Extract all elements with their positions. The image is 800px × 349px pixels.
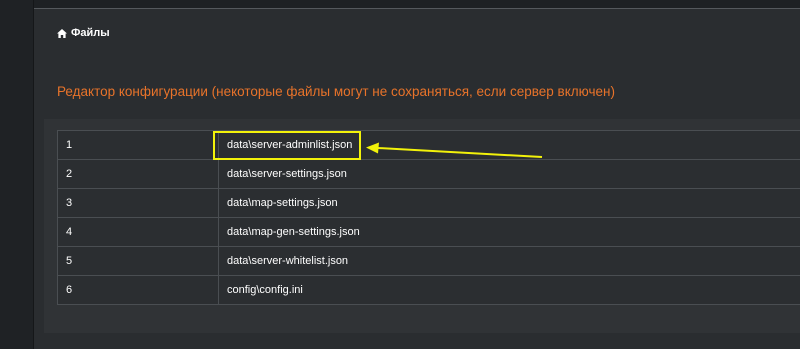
- row-number: 2: [57, 159, 219, 189]
- row-number: 1: [57, 130, 219, 160]
- breadcrumb-label: Файлы: [71, 27, 110, 39]
- files-panel: 1 data\server-adminlist.json 2 data\serv…: [44, 119, 800, 333]
- table-row[interactable]: 2 data\server-settings.json: [57, 159, 800, 189]
- left-sidebar: [0, 0, 34, 349]
- page-title: Редактор конфигурации (некоторые файлы м…: [57, 84, 615, 99]
- breadcrumb[interactable]: Файлы: [57, 27, 110, 39]
- row-number: 5: [57, 246, 219, 276]
- table-row[interactable]: 3 data\map-settings.json: [57, 188, 800, 218]
- top-bar: [0, 0, 800, 9]
- home-icon: [57, 28, 67, 38]
- file-link[interactable]: data\map-gen-settings.json: [218, 217, 800, 247]
- table-row[interactable]: 5 data\server-whitelist.json: [57, 246, 800, 276]
- file-link[interactable]: data\server-settings.json: [218, 159, 800, 189]
- file-link[interactable]: data\server-whitelist.json: [218, 246, 800, 276]
- table-row[interactable]: 6 config\config.ini: [57, 275, 800, 305]
- table-row[interactable]: 4 data\map-gen-settings.json: [57, 217, 800, 247]
- table-row[interactable]: 1 data\server-adminlist.json: [57, 130, 800, 160]
- file-link[interactable]: data\map-settings.json: [218, 188, 800, 218]
- row-number: 6: [57, 275, 219, 305]
- files-table: 1 data\server-adminlist.json 2 data\serv…: [57, 130, 800, 305]
- row-number: 3: [57, 188, 219, 218]
- row-number: 4: [57, 217, 219, 247]
- annotation-highlight-box: [213, 131, 361, 160]
- file-link[interactable]: config\config.ini: [218, 275, 800, 305]
